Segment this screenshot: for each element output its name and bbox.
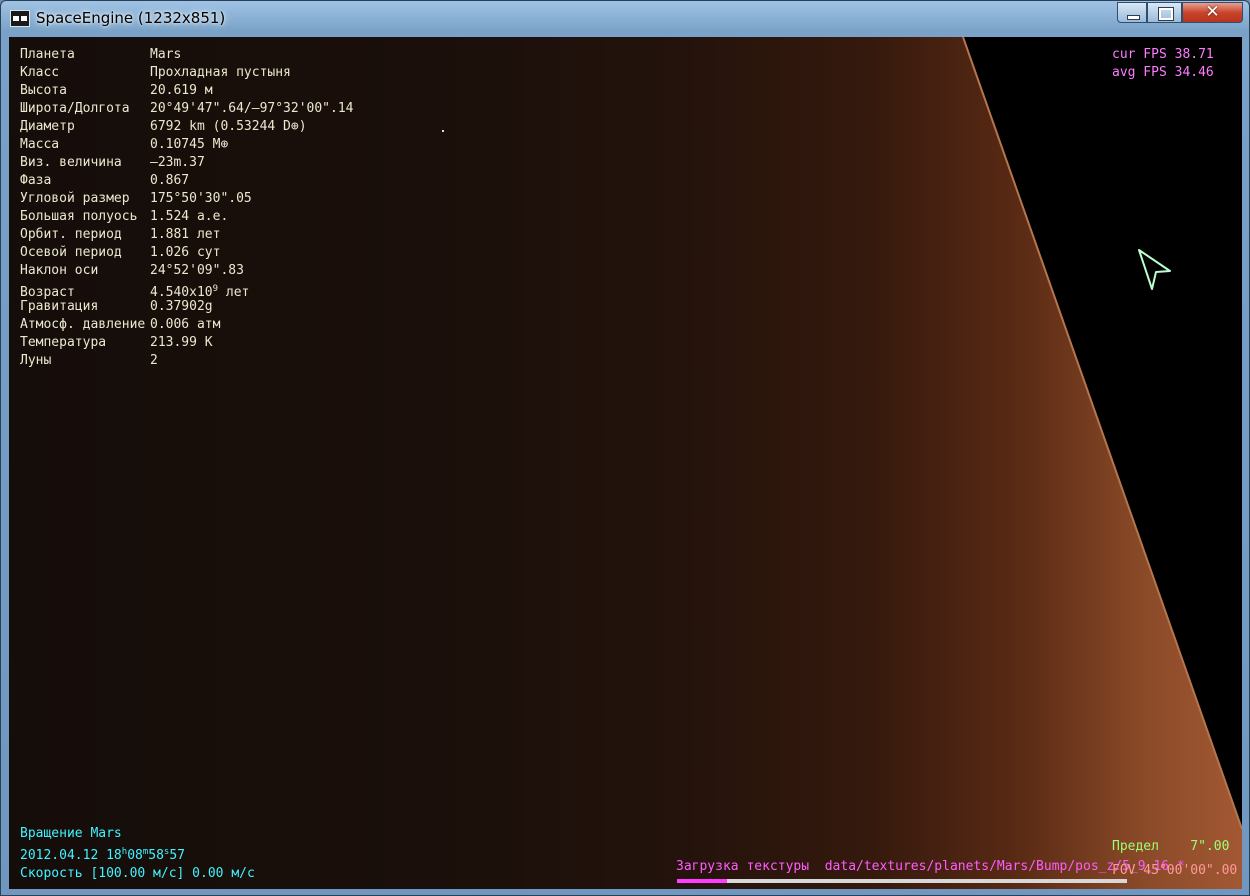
cur-fps: cur FPS 38.71 xyxy=(1112,47,1214,62)
info-row: Диаметр 6792 km (0.53244 D⊕) xyxy=(20,118,354,136)
maximize-button[interactable] xyxy=(1147,2,1182,23)
info-value: 1.026 сут xyxy=(150,245,221,260)
info-row: Планета Mars xyxy=(20,46,354,64)
info-label: Наклон оси xyxy=(20,263,99,278)
info-value: 213.99 K xyxy=(150,335,213,350)
render-viewport[interactable]: Планета Mars Класс Прохладная пустыня Высота… xyxy=(9,37,1242,889)
info-row: Широта/Долгота 20°49'47".64/–97°32'00".14 xyxy=(20,100,354,118)
maximize-icon xyxy=(1158,7,1174,21)
window-title: SpaceEngine (1232x851) xyxy=(36,9,226,27)
info-row: Орбит. период 1.881 лет xyxy=(20,226,354,244)
info-row: Осевой период 1.026 сут xyxy=(20,244,354,262)
info-label: Большая полуось xyxy=(20,209,138,224)
star xyxy=(442,130,444,132)
info-label: Широта/Долгота xyxy=(20,101,130,116)
status-panel: Вращение Mars 2012.04.12 18h08m58s57 Скоро… xyxy=(20,825,255,883)
info-value: 24°52'09".83 xyxy=(150,263,244,278)
info-value: 0.006 атм xyxy=(150,317,221,332)
loading-status: Загрузка текстуры data/textures/planets/… xyxy=(676,859,1185,874)
object-info-panel: Планета Mars Класс Прохладная пустыня Высота… xyxy=(20,46,354,370)
info-row: Класс Прохладная пустыня xyxy=(20,64,354,82)
app-icon[interactable] xyxy=(10,10,30,27)
minimize-icon xyxy=(1127,15,1140,20)
info-label: Орбит. период xyxy=(20,227,122,242)
info-label: Класс xyxy=(20,65,60,80)
info-value: 0.10745 M⊕ xyxy=(150,137,229,152)
info-value: Прохладная пустыня xyxy=(150,65,291,80)
mouse-pointer-icon xyxy=(1138,249,1171,290)
minimize-button[interactable] xyxy=(1117,2,1147,23)
spaceengine-window: SpaceEngine (1232x851) ✕ Планета Mars Клас… xyxy=(0,0,1250,896)
fov-readout: FOV 45°00'00".00 xyxy=(1112,863,1238,878)
info-label: Высота xyxy=(20,83,67,98)
info-label: Гравитация xyxy=(20,299,99,314)
info-label: Виз. величина xyxy=(20,155,122,170)
info-label: Температура xyxy=(20,335,107,350)
info-row: Большая полуось 1.524 а.е. xyxy=(20,208,354,226)
info-row: Возраст 4.540x109 лет xyxy=(20,280,354,300)
info-label: Масса xyxy=(20,137,60,152)
info-value: –23m.37 xyxy=(150,155,205,170)
info-value: Mars xyxy=(150,47,182,62)
info-value: 6792 km (0.53244 D⊕) xyxy=(150,119,307,134)
info-value: 20°49'47".64/–97°32'00".14 xyxy=(150,101,354,116)
fps-counter: cur FPS 38.71 avg FPS 34.46 xyxy=(1112,46,1214,82)
info-row: Высота 20.619 м xyxy=(20,82,354,100)
limit-readout: Предел 7".00 xyxy=(1112,839,1230,854)
info-label: Атмосф. давление xyxy=(20,317,146,332)
info-label: Осевой период xyxy=(20,245,122,260)
mode-text: Вращение Mars xyxy=(20,826,122,841)
info-row: Атмосф. давление 0.006 атм xyxy=(20,316,354,334)
info-row: Фаза 0.867 xyxy=(20,172,354,190)
info-row: Луны 2 xyxy=(20,352,354,370)
loading-progress-fill xyxy=(677,879,727,883)
speed-text: Скорость [100.00 м/с] 0.00 м/с xyxy=(20,866,255,881)
avg-fps: avg FPS 34.46 xyxy=(1112,65,1214,80)
info-row: Гравитация 0.37902g xyxy=(20,298,354,316)
loading-progress-bar xyxy=(677,879,1127,883)
info-label: Угловой размер xyxy=(20,191,130,206)
info-row: Угловой размер 175°50'30".05 xyxy=(20,190,354,208)
info-label: Луны xyxy=(20,353,52,368)
info-value: 2 xyxy=(150,353,158,368)
info-value: 20.619 м xyxy=(150,83,213,98)
datetime-text: 2012.04.12 18h08m58s57 xyxy=(20,847,185,863)
info-value: 0.37902g xyxy=(150,299,213,314)
info-row: Температура 213.99 K xyxy=(20,334,354,352)
info-row: Масса 0.10745 M⊕ xyxy=(20,136,354,154)
info-label: Планета xyxy=(20,47,75,62)
title-bar[interactable]: SpaceEngine (1232x851) ✕ xyxy=(1,1,1249,37)
info-value: 175°50'30".05 xyxy=(150,191,252,206)
info-value: 1.524 а.е. xyxy=(150,209,229,224)
info-row: Наклон оси 24°52'09".83 xyxy=(20,262,354,280)
info-value: 0.867 xyxy=(150,173,190,188)
info-row: Виз. величина –23m.37 xyxy=(20,154,354,172)
info-value: 1.881 лет xyxy=(150,227,221,242)
info-label: Диаметр xyxy=(20,119,75,134)
close-icon: ✕ xyxy=(1205,2,1220,22)
close-button[interactable]: ✕ xyxy=(1182,2,1243,23)
info-label: Фаза xyxy=(20,173,52,188)
